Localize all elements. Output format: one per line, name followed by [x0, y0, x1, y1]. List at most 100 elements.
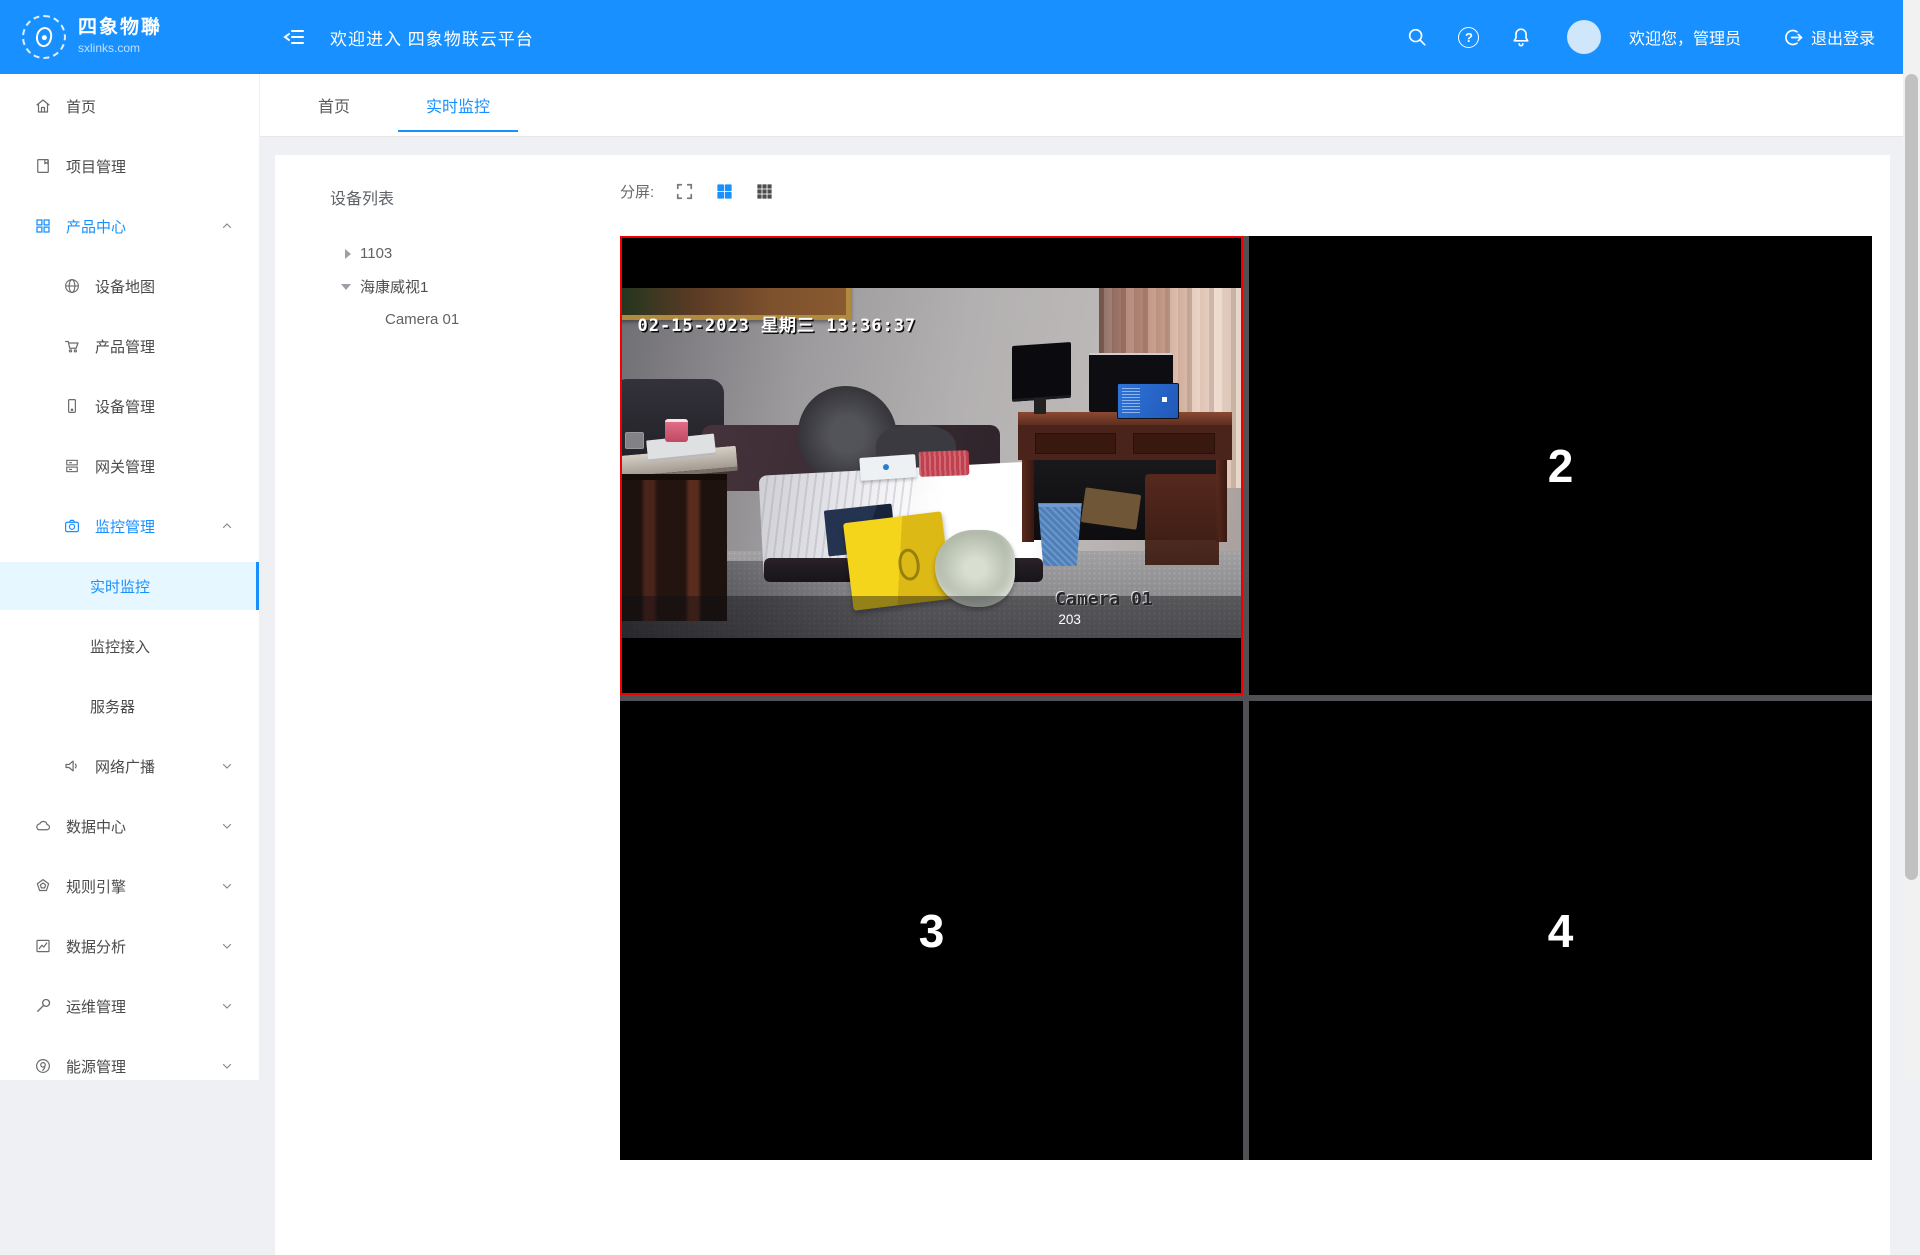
sidebar-item-label: 网络广播: [95, 756, 155, 777]
sidebar-item-monitor-mgmt[interactable]: 监控管理: [0, 502, 259, 550]
split-toolbar: 分屏:: [620, 181, 774, 202]
sidebar-item-server[interactable]: 服务器: [0, 682, 259, 730]
video-cell-3[interactable]: 3: [620, 701, 1243, 1160]
video-plastic-bag: [935, 530, 1015, 607]
brand-name: 四象物聯: [78, 18, 162, 39]
sidebar-item-data-analysis[interactable]: 数据分析: [0, 922, 259, 970]
video-cell-1[interactable]: 02-15-2023 星期三 13:36:37 Camera 01 203: [620, 236, 1243, 695]
sidebar-item-gateway-mgmt[interactable]: 网关管理: [0, 442, 259, 490]
logout-label: 退出登录: [1811, 25, 1875, 49]
analysis-icon: [34, 937, 52, 955]
energy-icon: [34, 1057, 52, 1075]
appstore-icon: [34, 217, 52, 235]
sidebar-item-network-broadcast[interactable]: 网络广播: [0, 742, 259, 790]
sidebar-item-label: 项目管理: [66, 156, 126, 177]
cart-icon: [63, 337, 81, 355]
sidebar-item-monitor-access[interactable]: 监控接入: [0, 622, 259, 670]
tree-node-label: 海康威视1: [360, 276, 428, 297]
sidebar-item-label: 设备地图: [95, 276, 155, 297]
chevron-down-icon: [221, 940, 233, 952]
notification-bell-icon[interactable]: [1509, 25, 1533, 49]
sidebar-nav: 首页 项目管理 产品中心 设备地图 产品管理 设备管理: [0, 74, 260, 1080]
tree-node-label: 1103: [360, 245, 392, 262]
caret-down-icon[interactable]: [341, 284, 351, 290]
video-red-basket: [919, 450, 969, 476]
cell-number: 4: [1249, 701, 1872, 1160]
cell-number: 2: [1249, 236, 1872, 695]
chevron-down-icon: [221, 820, 233, 832]
rules-icon: [34, 877, 52, 895]
sidebar-item-label: 产品中心: [66, 216, 126, 237]
globe-icon: [63, 277, 81, 295]
split-single-icon[interactable]: [675, 182, 694, 201]
chevron-down-icon: [221, 1060, 233, 1072]
sidebar-item-rule-engine[interactable]: 规则引擎: [0, 862, 259, 910]
chevron-up-icon: [221, 220, 233, 232]
sidebar-item-energy-mgmt[interactable]: 能源管理: [0, 1042, 259, 1080]
video-channel-label: 203: [1058, 612, 1081, 627]
tree-node-camera01[interactable]: Camera 01: [330, 303, 620, 336]
video-cell-4[interactable]: 4: [1249, 701, 1872, 1160]
monitor-grid: 02-15-2023 星期三 13:36:37 Camera 01 203 2 …: [620, 236, 1872, 1160]
chevron-down-icon: [221, 1000, 233, 1012]
tab-home[interactable]: 首页: [290, 74, 378, 136]
video-laptop: [1117, 383, 1179, 420]
tab-live-monitor[interactable]: 实时监控: [398, 74, 518, 136]
logout-button[interactable]: 退出登录: [1783, 25, 1875, 49]
split-quad-icon[interactable]: [715, 182, 734, 201]
app-header: 四象物聯 sxlinks.com 欢迎进入 四象物联云平台 ? 欢迎您，管理员: [0, 0, 1920, 74]
sidebar-item-label: 能源管理: [66, 1056, 126, 1077]
sidebar-item-label: 网关管理: [95, 456, 155, 477]
device-list-title: 设备列表: [330, 185, 620, 209]
sidebar-item-label: 设备管理: [95, 396, 155, 417]
tree-node-hikvision[interactable]: 海康威视1: [330, 270, 620, 303]
tree-node-label: Camera 01: [385, 311, 459, 328]
main-area: 首页 实时监控 设备列表 1103 海康威视1 Camera 01: [260, 74, 1920, 1080]
help-glyph: ?: [1458, 27, 1479, 48]
sidebar-item-label: 实时监控: [90, 576, 150, 597]
sidebar-item-label: 规则引擎: [66, 876, 126, 897]
video-cell-2[interactable]: 2: [1249, 236, 1872, 695]
video-white-box: [860, 454, 917, 481]
brand-logo-icon: [22, 15, 66, 59]
tab-label: 首页: [318, 93, 350, 117]
device-list-panel: 设备列表 1103 海康威视1 Camera 01: [275, 155, 620, 336]
cell-number: 3: [620, 701, 1243, 1160]
search-icon[interactable]: [1405, 25, 1429, 49]
sidebar-item-label: 首页: [66, 96, 96, 117]
cloud-icon: [34, 817, 52, 835]
sidebar-item-device-map[interactable]: 设备地图: [0, 262, 259, 310]
tab-label: 实时监控: [426, 93, 490, 117]
tree-node-1103[interactable]: 1103: [330, 237, 620, 270]
tab-bar: 首页 实时监控: [260, 74, 1920, 137]
sidebar-item-home[interactable]: 首页: [0, 82, 259, 130]
sidebar-item-data-center[interactable]: 数据中心: [0, 802, 259, 850]
sidebar-item-ops-mgmt[interactable]: 运维管理: [0, 982, 259, 1030]
brand-domain: sxlinks.com: [78, 42, 162, 55]
sidebar-item-label: 运维管理: [66, 996, 126, 1017]
video-monitor-left: [1012, 342, 1071, 402]
caret-right-icon[interactable]: [345, 249, 351, 259]
chevron-down-icon: [221, 880, 233, 892]
gateway-icon: [63, 457, 81, 475]
help-icon[interactable]: ?: [1457, 25, 1481, 49]
sidebar-item-label: 产品管理: [95, 336, 155, 357]
sidebar-item-label: 监控接入: [90, 636, 150, 657]
menu-fold-icon[interactable]: [282, 25, 306, 49]
chevron-up-icon: [221, 520, 233, 532]
sidebar-item-live-monitor[interactable]: 实时监控: [0, 562, 259, 610]
scrollbar-thumb[interactable]: [1905, 74, 1918, 880]
sidebar-item-product-mgmt[interactable]: 产品管理: [0, 322, 259, 370]
sidebar-item-projects[interactable]: 项目管理: [0, 142, 259, 190]
sidebar-item-device-mgmt[interactable]: 设备管理: [0, 382, 259, 430]
user-avatar[interactable]: [1567, 20, 1601, 54]
project-icon: [34, 157, 52, 175]
sidebar-item-product-center[interactable]: 产品中心: [0, 202, 259, 250]
home-icon: [34, 97, 52, 115]
video-camera-name-osd: Camera 01: [1055, 589, 1153, 610]
content-card: 设备列表 1103 海康威视1 Camera 01 分屏:: [275, 155, 1890, 1255]
device-tree: 1103 海康威视1 Camera 01: [330, 237, 620, 336]
sidebar-item-label: 数据中心: [66, 816, 126, 837]
page-scrollbar[interactable]: [1903, 0, 1920, 1080]
split-nine-icon[interactable]: [755, 182, 774, 201]
